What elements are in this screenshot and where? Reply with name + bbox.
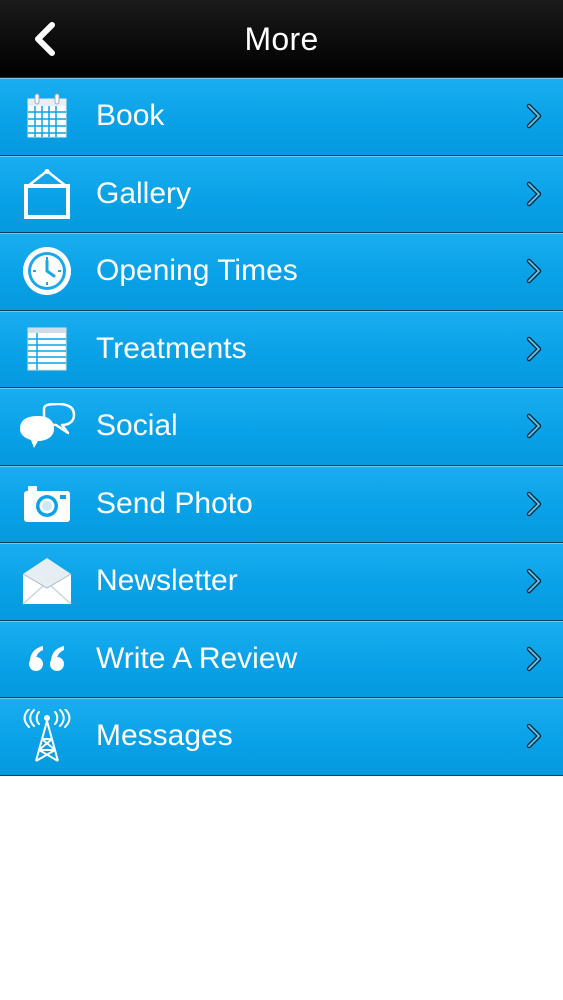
chevron-right-icon <box>526 646 542 671</box>
menu-item-label: Newsletter <box>96 564 238 598</box>
menu-item-treatments[interactable]: Treatments <box>0 310 563 388</box>
calendar-icon <box>16 88 78 144</box>
menu-item-book[interactable]: Book <box>0 78 563 156</box>
menu-item-label: Gallery <box>96 176 192 210</box>
menu-item-label: Write A Review <box>96 641 298 675</box>
page-title: More <box>244 20 319 57</box>
chevron-right-icon <box>526 181 542 206</box>
envelope-icon <box>16 553 78 609</box>
chevron-right-icon <box>526 414 542 439</box>
menu-item-label: Opening Times <box>96 254 298 288</box>
chevron-right-icon <box>526 104 542 129</box>
menu-item-label: Messages <box>96 719 233 753</box>
chevron-right-icon <box>526 259 542 284</box>
camera-icon <box>16 476 78 532</box>
menu-list: Book Gallery Opening Times Treatments So… <box>0 78 563 776</box>
antenna-icon <box>16 708 78 764</box>
menu-item-label: Treatments <box>96 331 247 365</box>
menu-item-send-photo[interactable]: Send Photo <box>0 465 563 543</box>
chevron-right-icon <box>526 569 542 594</box>
speech-bubbles-icon <box>16 398 78 454</box>
clock-icon <box>16 243 78 299</box>
menu-item-label: Send Photo <box>96 486 253 520</box>
picture-frame-icon <box>16 166 78 222</box>
navigation-bar: More <box>0 0 563 78</box>
list-icon <box>16 321 78 377</box>
menu-item-write-a-review[interactable]: Write A Review <box>0 620 563 698</box>
chevron-right-icon <box>526 491 542 516</box>
menu-item-newsletter[interactable]: Newsletter <box>0 543 563 621</box>
menu-item-label: Social <box>96 409 178 443</box>
menu-item-social[interactable]: Social <box>0 388 563 466</box>
chevron-right-icon <box>526 336 542 361</box>
menu-item-gallery[interactable]: Gallery <box>0 155 563 233</box>
menu-item-label: Book <box>96 99 165 133</box>
chevron-right-icon <box>526 724 542 749</box>
menu-item-opening-times[interactable]: Opening Times <box>0 233 563 311</box>
quote-icon <box>16 631 78 687</box>
menu-item-messages[interactable]: Messages <box>0 698 563 776</box>
